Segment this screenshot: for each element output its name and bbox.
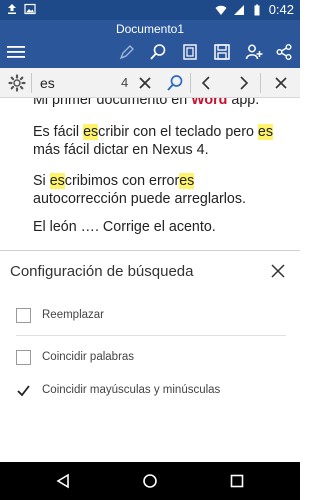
match-case-checkbox[interactable] <box>16 382 31 398</box>
close-icon[interactable] <box>268 261 288 281</box>
search-icon[interactable] <box>164 72 186 94</box>
wifi-icon <box>215 5 227 15</box>
reading-view-icon[interactable] <box>178 40 202 64</box>
find-bar-divider <box>190 73 191 93</box>
match-words-option[interactable]: Coincidir palabras <box>16 346 286 368</box>
search-match-highlight: es <box>49 173 65 189</box>
recents-icon[interactable] <box>226 471 248 491</box>
match-words-checkbox[interactable] <box>16 349 31 365</box>
doc-paragraph-4: El león …. Corrige el acento. <box>33 219 216 235</box>
doc-text: Si <box>33 173 50 189</box>
status-bar: 0:42 <box>0 0 300 20</box>
document-title[interactable]: Documento1 <box>0 22 300 36</box>
find-input[interactable] <box>34 73 134 93</box>
panel-title: Configuración de búsqueda <box>10 263 194 280</box>
image-icon <box>24 3 36 15</box>
pen-icon[interactable] <box>115 40 139 64</box>
find-bar: 4 <box>0 68 300 98</box>
option-label: Coincidir mayúsculas y minúsculas <box>42 384 221 396</box>
search-match-highlight: es <box>83 124 99 140</box>
search-settings-panel: Configuración de búsqueda Reemplazar Coi… <box>0 250 300 462</box>
doc-paragraph-3: Si escribimos con errores autocorrección… <box>33 172 283 208</box>
match-case-option[interactable]: Coincidir mayúsculas y minúsculas <box>16 379 286 401</box>
replace-checkbox[interactable] <box>16 307 31 323</box>
previous-icon[interactable] <box>196 72 218 94</box>
option-divider <box>16 335 286 336</box>
option-label: Reemplazar <box>42 309 104 321</box>
search-match-highlight: es <box>257 124 274 140</box>
match-count: 4 <box>121 75 129 90</box>
clear-icon[interactable] <box>134 72 156 94</box>
checkmark-icon <box>17 384 30 396</box>
save-icon[interactable] <box>210 40 234 64</box>
menu-icon[interactable] <box>4 40 28 64</box>
title-bar: Documento1 <box>0 20 300 68</box>
find-bar-divider <box>31 73 32 93</box>
doc-text: autocorrección puede arreglarlos. <box>33 191 246 207</box>
doc-line-1: Mi primer documento en Word app. <box>33 98 283 109</box>
replace-option[interactable]: Reemplazar <box>16 304 286 326</box>
navigation-bar <box>0 462 300 500</box>
clock: 0:42 <box>268 2 294 17</box>
next-icon[interactable] <box>232 72 254 94</box>
battery-icon <box>254 4 260 15</box>
close-icon[interactable] <box>270 72 292 94</box>
doc-paragraph-2: Es fácil escribir con el teclado pero es… <box>33 123 283 159</box>
doc-text: app. <box>227 98 260 108</box>
signal-icon <box>233 4 244 15</box>
word-text: Word <box>191 98 228 108</box>
share-icon[interactable] <box>272 40 296 64</box>
settings-gear-icon[interactable] <box>6 72 28 94</box>
search-match-highlight: es <box>179 173 195 189</box>
doc-text: cribir con el teclado pero <box>98 124 258 140</box>
home-icon[interactable] <box>139 471 161 491</box>
add-person-icon[interactable] <box>242 40 266 64</box>
doc-text: Es fácil <box>33 124 84 140</box>
back-icon[interactable] <box>52 471 74 491</box>
doc-text: más fácil dictar en Nexus 4. <box>33 142 209 158</box>
upload-icon <box>8 4 16 14</box>
doc-text: Mi primer documento en <box>33 98 192 108</box>
doc-text: cribimos con error <box>64 173 180 189</box>
document-body[interactable]: Mi primer documento en Word app. Es fáci… <box>0 98 300 250</box>
search-icon[interactable] <box>146 40 170 64</box>
option-label: Coincidir palabras <box>42 351 135 363</box>
find-bar-divider <box>260 73 261 93</box>
